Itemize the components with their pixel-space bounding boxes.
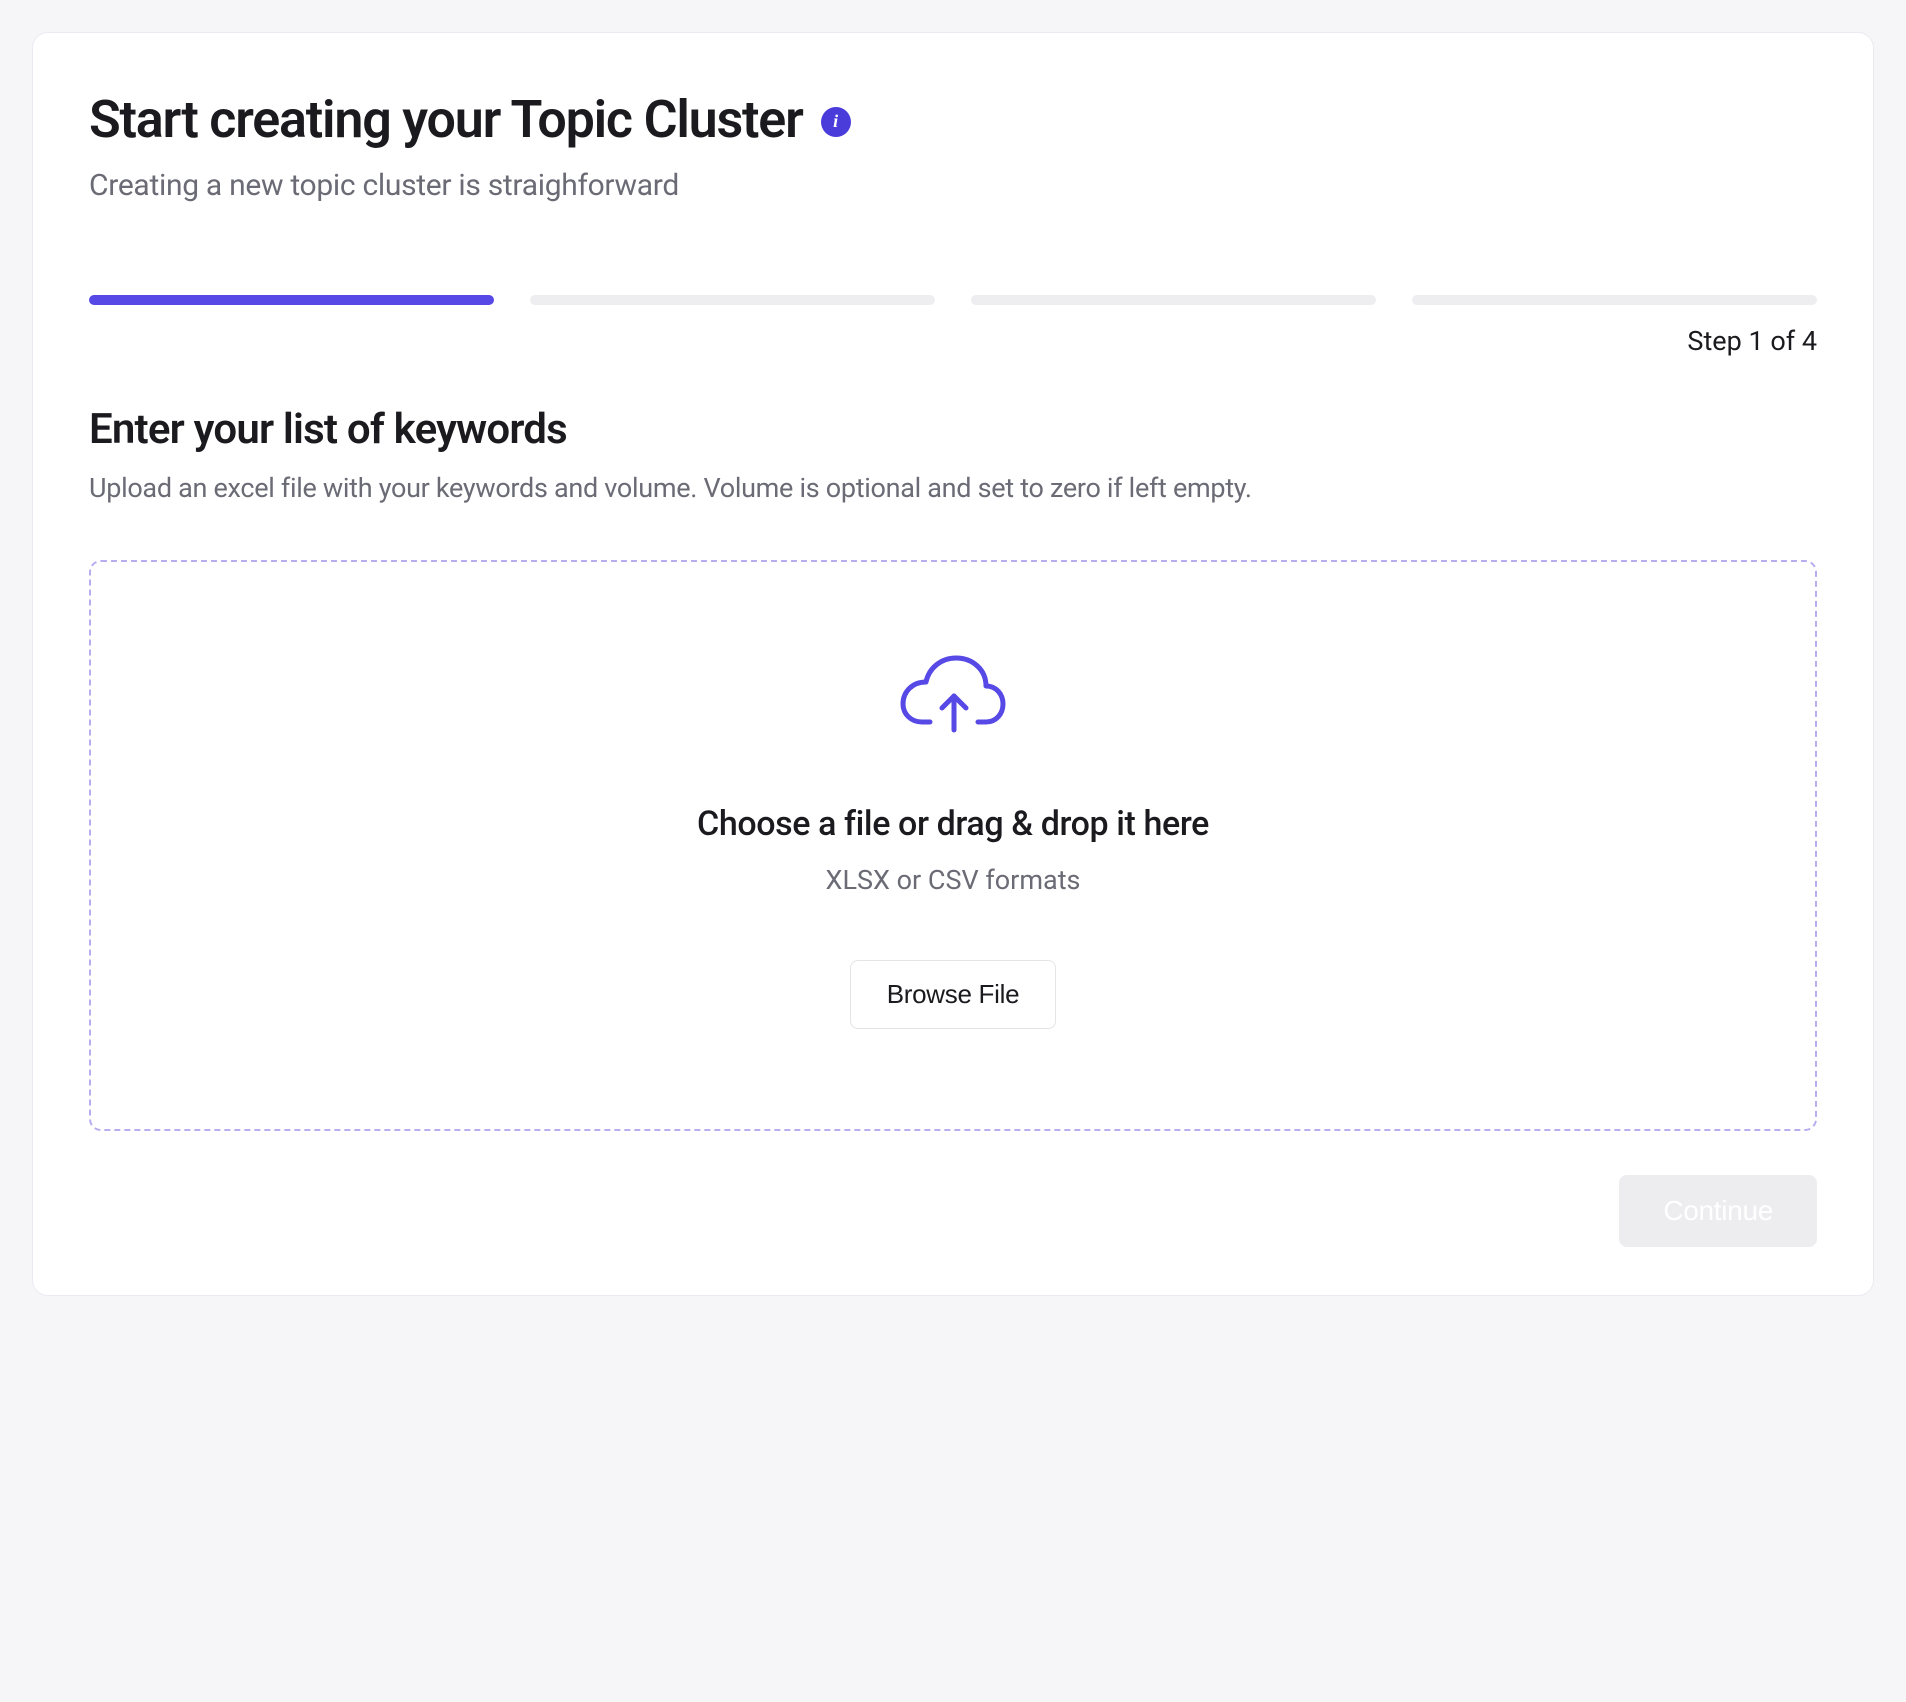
page-title: Start creating your Topic Cluster [89,89,803,150]
page-subtitle: Creating a new topic cluster is straighf… [89,168,1817,203]
file-dropzone[interactable]: Choose a file or drag & drop it here XLS… [89,560,1817,1131]
progress-segment-2 [530,295,935,305]
wizard-card: Start creating your Topic Cluster i Crea… [32,32,1874,1296]
info-icon[interactable]: i [821,107,851,137]
progress-segment-3 [971,295,1376,305]
footer: Continue [89,1175,1817,1247]
header: Start creating your Topic Cluster i [89,89,1817,150]
step-label: Step 1 of 4 [1687,325,1817,357]
step-label-row: Step 1 of 4 [89,325,1817,357]
progress-bars [89,295,1817,305]
progress: Step 1 of 4 [89,295,1817,357]
section-subtitle: Upload an excel file with your keywords … [89,472,1817,504]
progress-segment-4 [1412,295,1817,305]
continue-button[interactable]: Continue [1619,1175,1817,1247]
cloud-upload-icon [898,652,1008,736]
progress-segment-1 [89,295,494,305]
section-title: Enter your list of keywords [89,405,1817,454]
dropzone-formats: XLSX or CSV formats [826,864,1081,896]
dropzone-title: Choose a file or drag & drop it here [697,804,1209,844]
browse-file-button[interactable]: Browse File [850,960,1057,1029]
